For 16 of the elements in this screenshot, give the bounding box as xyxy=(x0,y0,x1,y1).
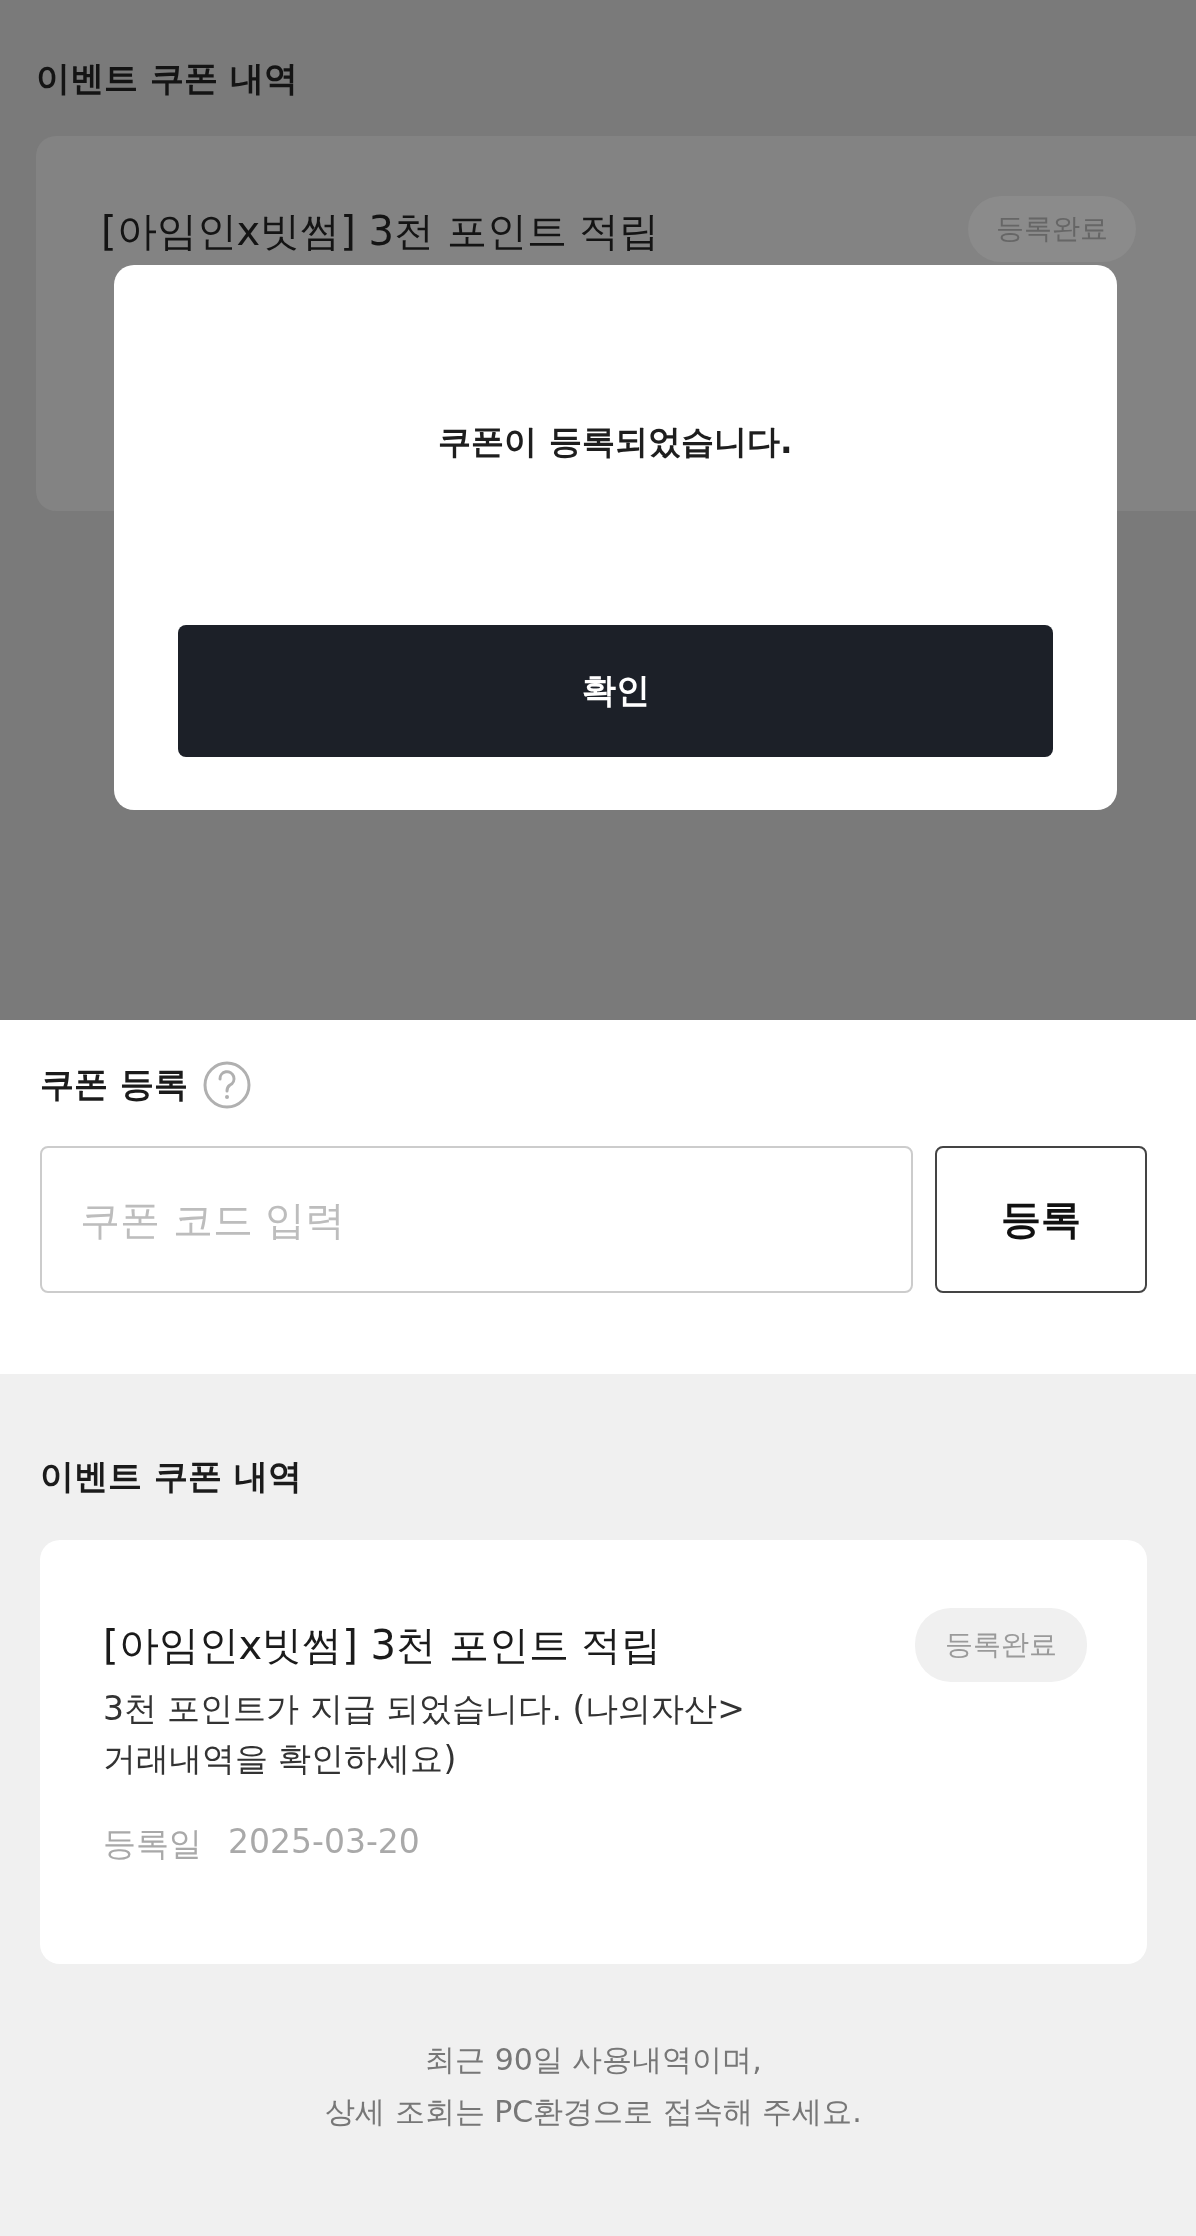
coupon-description: 3천 포인트가 지급 되었습니다. (나의자산> 거래내역을 확인하세요) xyxy=(103,1688,746,1780)
section-heading: 쿠폰 등록 xyxy=(40,1063,188,1106)
coupon-title: [아임인x빗썸] 3천 포인트 적립 xyxy=(103,1621,662,1670)
status-badge: 등록완료 xyxy=(915,1608,1087,1682)
section-heading: 이벤트 쿠폰 내역 xyxy=(36,57,299,100)
help-icon[interactable] xyxy=(201,1060,252,1110)
coupon-code-field[interactable]: 쿠폰 코드 입력 xyxy=(40,1146,913,1293)
footer-note: 최근 90일 사용내역이며, xyxy=(424,2041,763,2079)
confirm-button[interactable]: 확인 xyxy=(178,625,1053,757)
registration-date: 2025-03-20 xyxy=(228,1822,420,1863)
footer-note: 상세 조회는 PC환경으로 접속해 주세요. xyxy=(324,2093,863,2131)
dialog-message: 쿠폰이 등록되었습니다. xyxy=(438,421,793,463)
register-button[interactable]: 등록 xyxy=(935,1146,1147,1293)
section-heading: 이벤트 쿠폰 내역 xyxy=(40,1455,303,1498)
date-label: 등록일 xyxy=(103,1823,202,1865)
coupon-title: [아임인x빗썸] 3천 포인트 적립 xyxy=(101,207,660,256)
